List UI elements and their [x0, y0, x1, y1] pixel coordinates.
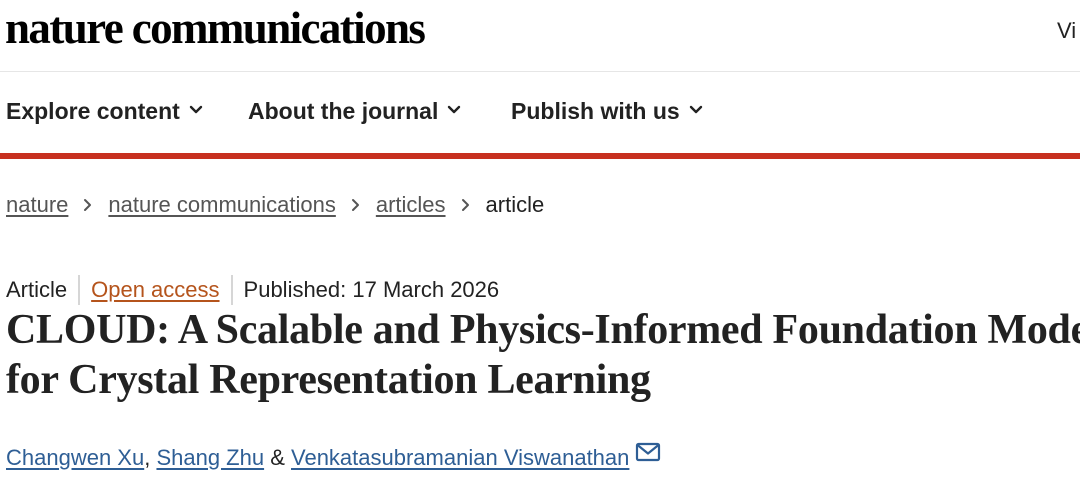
- author-link[interactable]: Shang Zhu: [156, 445, 264, 471]
- breadcrumb-link-nature[interactable]: nature: [6, 192, 68, 218]
- breadcrumb: nature nature communications articles ar…: [6, 192, 544, 218]
- nav-explore-content[interactable]: Explore content: [6, 98, 203, 125]
- breadcrumb-link-nature-communications[interactable]: nature communications: [108, 192, 335, 218]
- journal-logo[interactable]: nature communications: [5, 4, 426, 52]
- header-right-link[interactable]: Vi: [1057, 18, 1076, 44]
- published-date: Published: 17 March 2026: [243, 277, 500, 302]
- breadcrumb-current: article: [485, 192, 545, 217]
- author-list: Changwen Xu , Shang Zhu & Venkatasubrama…: [6, 442, 661, 471]
- open-access-link[interactable]: Open access: [91, 277, 219, 303]
- author-separator: ,: [144, 445, 157, 470]
- mail-icon[interactable]: [635, 442, 661, 462]
- chevron-down-icon: [448, 105, 461, 113]
- chevron-right-icon: [84, 199, 92, 211]
- nav-item-label: Publish with us: [511, 98, 680, 124]
- article-type: Article: [6, 277, 68, 302]
- article-meta: Article Open access Published: 17 March …: [6, 275, 499, 305]
- masthead: nature communications Vi: [0, 0, 1080, 72]
- meta-divider: [78, 275, 81, 305]
- nav-publish-with-us[interactable]: Publish with us: [511, 98, 703, 125]
- nav-item-label: About the journal: [248, 98, 439, 124]
- nav-item-label: Explore content: [6, 98, 180, 124]
- chevron-right-icon: [461, 199, 469, 211]
- chevron-down-icon: [689, 105, 702, 113]
- meta-divider: [230, 275, 233, 305]
- breadcrumb-link-articles[interactable]: articles: [376, 192, 446, 218]
- author-link[interactable]: Venkatasubramanian Viswanathan: [291, 445, 629, 471]
- nav-accent-rule: [0, 153, 1080, 159]
- article-title: CLOUD: A Scalable and Physics-Informed F…: [6, 307, 1080, 403]
- chevron-down-icon: [189, 105, 203, 113]
- main-nav: Explore content About the journal Publis…: [0, 72, 1080, 153]
- author-separator: &: [264, 445, 291, 470]
- author-link[interactable]: Changwen Xu: [6, 445, 144, 471]
- chevron-right-icon: [351, 199, 359, 211]
- nav-about-the-journal[interactable]: About the journal: [248, 98, 461, 125]
